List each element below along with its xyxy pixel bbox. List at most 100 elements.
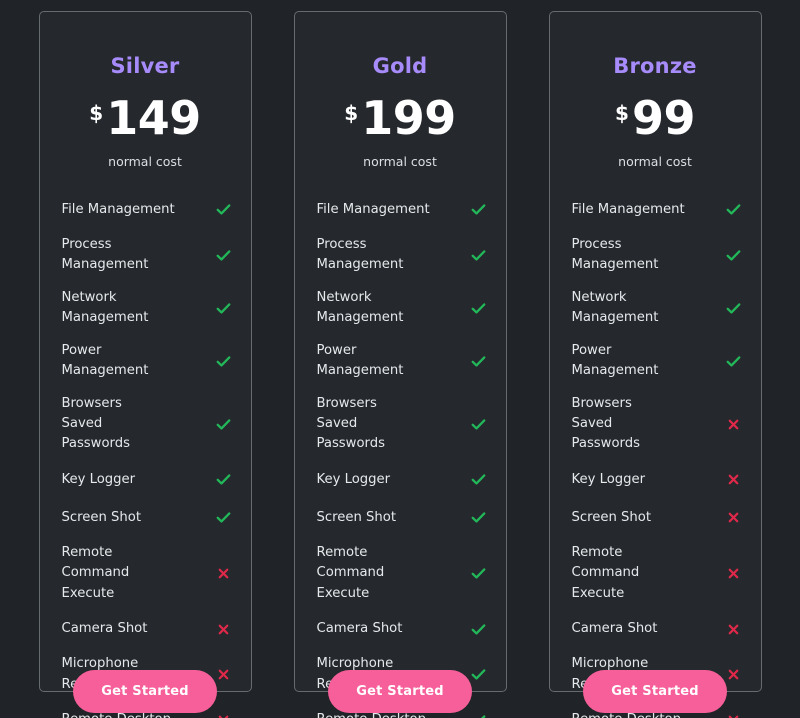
feature-item: Power Management [572,341,743,382]
pricing-plans-section: Silver $149 normal cost File Management Proc… [0,0,800,718]
cross-icon [725,415,743,433]
feature-label: Power Management [571,342,659,379]
feature-label: Camera Shot [61,621,148,637]
feature-label: Process Management [61,236,149,273]
get-started-button[interactable]: Get Started [73,670,217,713]
check-icon [470,415,488,433]
price-caption: normal cost [618,154,692,170]
feature-item: Remote Command Execute [317,543,488,604]
feature-label: Process Management [571,236,659,273]
price-caption: normal cost [363,154,437,170]
feature-item: Network Management [317,288,488,329]
feature-item: Key Logger [572,467,743,493]
cta-container: Get Started [550,670,761,713]
feature-label: Screen Shot [316,509,397,525]
feature-label: Camera Shot [571,621,658,637]
check-icon [215,201,233,219]
feature-item: File Management [572,197,743,223]
feature-label: Browsers Saved Passwords [61,395,130,452]
cross-icon [215,565,233,583]
check-icon [470,471,488,489]
cross-icon [725,509,743,527]
plan-title: Gold [372,54,428,78]
check-icon [470,201,488,219]
cross-icon [725,565,743,583]
check-icon [470,352,488,370]
price-caption: normal cost [108,154,182,170]
feature-item: Process Management [317,235,488,276]
feature-item: Screen Shot [62,505,233,531]
feature-label: Key Logger [61,471,136,487]
check-icon [215,471,233,489]
cta-container: Get Started [40,670,251,713]
feature-item: Network Management [572,288,743,329]
check-icon [470,565,488,583]
feature-label: Power Management [316,342,404,379]
check-icon [215,352,233,370]
check-icon [215,415,233,433]
get-started-button[interactable]: Get Started [328,670,472,713]
feature-label: Browsers Saved Passwords [571,395,640,452]
price-amount: 199 [361,91,456,145]
plan-card-bronze: Bronze $99 normal cost File Management Proce… [548,11,762,718]
feature-item: File Management [62,197,233,223]
check-icon [470,246,488,264]
feature-item: Remote Command Execute [62,543,233,604]
plan-card-silver: Silver $149 normal cost File Management Proc… [38,11,252,718]
check-icon [215,509,233,527]
feature-label: Browsers Saved Passwords [316,395,385,452]
price-amount: 99 [631,91,696,145]
feature-label: Key Logger [316,471,391,487]
check-icon [470,299,488,317]
cross-icon [215,620,233,638]
feature-label: Network Management [61,289,149,326]
feature-label: Screen Shot [61,509,142,525]
plan-price: $149 [89,91,201,145]
currency-symbol: $ [615,101,629,125]
plan-price: $199 [344,91,456,145]
check-icon [470,509,488,527]
feature-item: Screen Shot [572,505,743,531]
feature-item: Browsers Saved Passwords [572,394,743,455]
feature-label: Key Logger [571,471,646,487]
plan-price: $99 [615,91,696,145]
feature-item: Network Management [62,288,233,329]
feature-item: Remote Command Execute [572,543,743,604]
feature-label: Power Management [61,342,149,379]
feature-label: Network Management [316,289,404,326]
feature-label: Remote Command Execute [316,544,385,601]
feature-item: Camera Shot [62,616,233,642]
check-icon [725,201,743,219]
feature-list: File Management Process Management Network… [40,197,251,718]
currency-symbol: $ [344,101,359,125]
get-started-button[interactable]: Get Started [583,670,727,713]
check-icon [725,352,743,370]
feature-item: Screen Shot [317,505,488,531]
feature-label: Camera Shot [316,621,403,637]
feature-item: Camera Shot [572,616,743,642]
feature-item: File Management [317,197,488,223]
feature-label: Screen Shot [571,509,652,525]
feature-item: Key Logger [317,467,488,493]
plan-card-gold: Gold $199 normal cost File Management Proces… [293,11,507,718]
check-icon [215,246,233,264]
feature-label: File Management [61,201,175,217]
cta-container: Get Started [295,670,506,713]
feature-label: Network Management [571,289,659,326]
check-icon [215,299,233,317]
feature-label: Remote Command Execute [61,544,130,601]
check-icon [470,620,488,638]
feature-item: Process Management [572,235,743,276]
feature-label: Remote Command Execute [571,544,640,601]
plan-title: Bronze [613,54,697,78]
check-icon [725,299,743,317]
check-icon [725,246,743,264]
feature-item: Browsers Saved Passwords [62,394,233,455]
feature-label: File Management [316,201,430,217]
feature-item: Camera Shot [317,616,488,642]
price-amount: 149 [106,91,201,145]
plan-title: Silver [110,54,180,78]
cross-icon [725,471,743,489]
feature-item: Browsers Saved Passwords [317,394,488,455]
feature-item: Process Management [62,235,233,276]
